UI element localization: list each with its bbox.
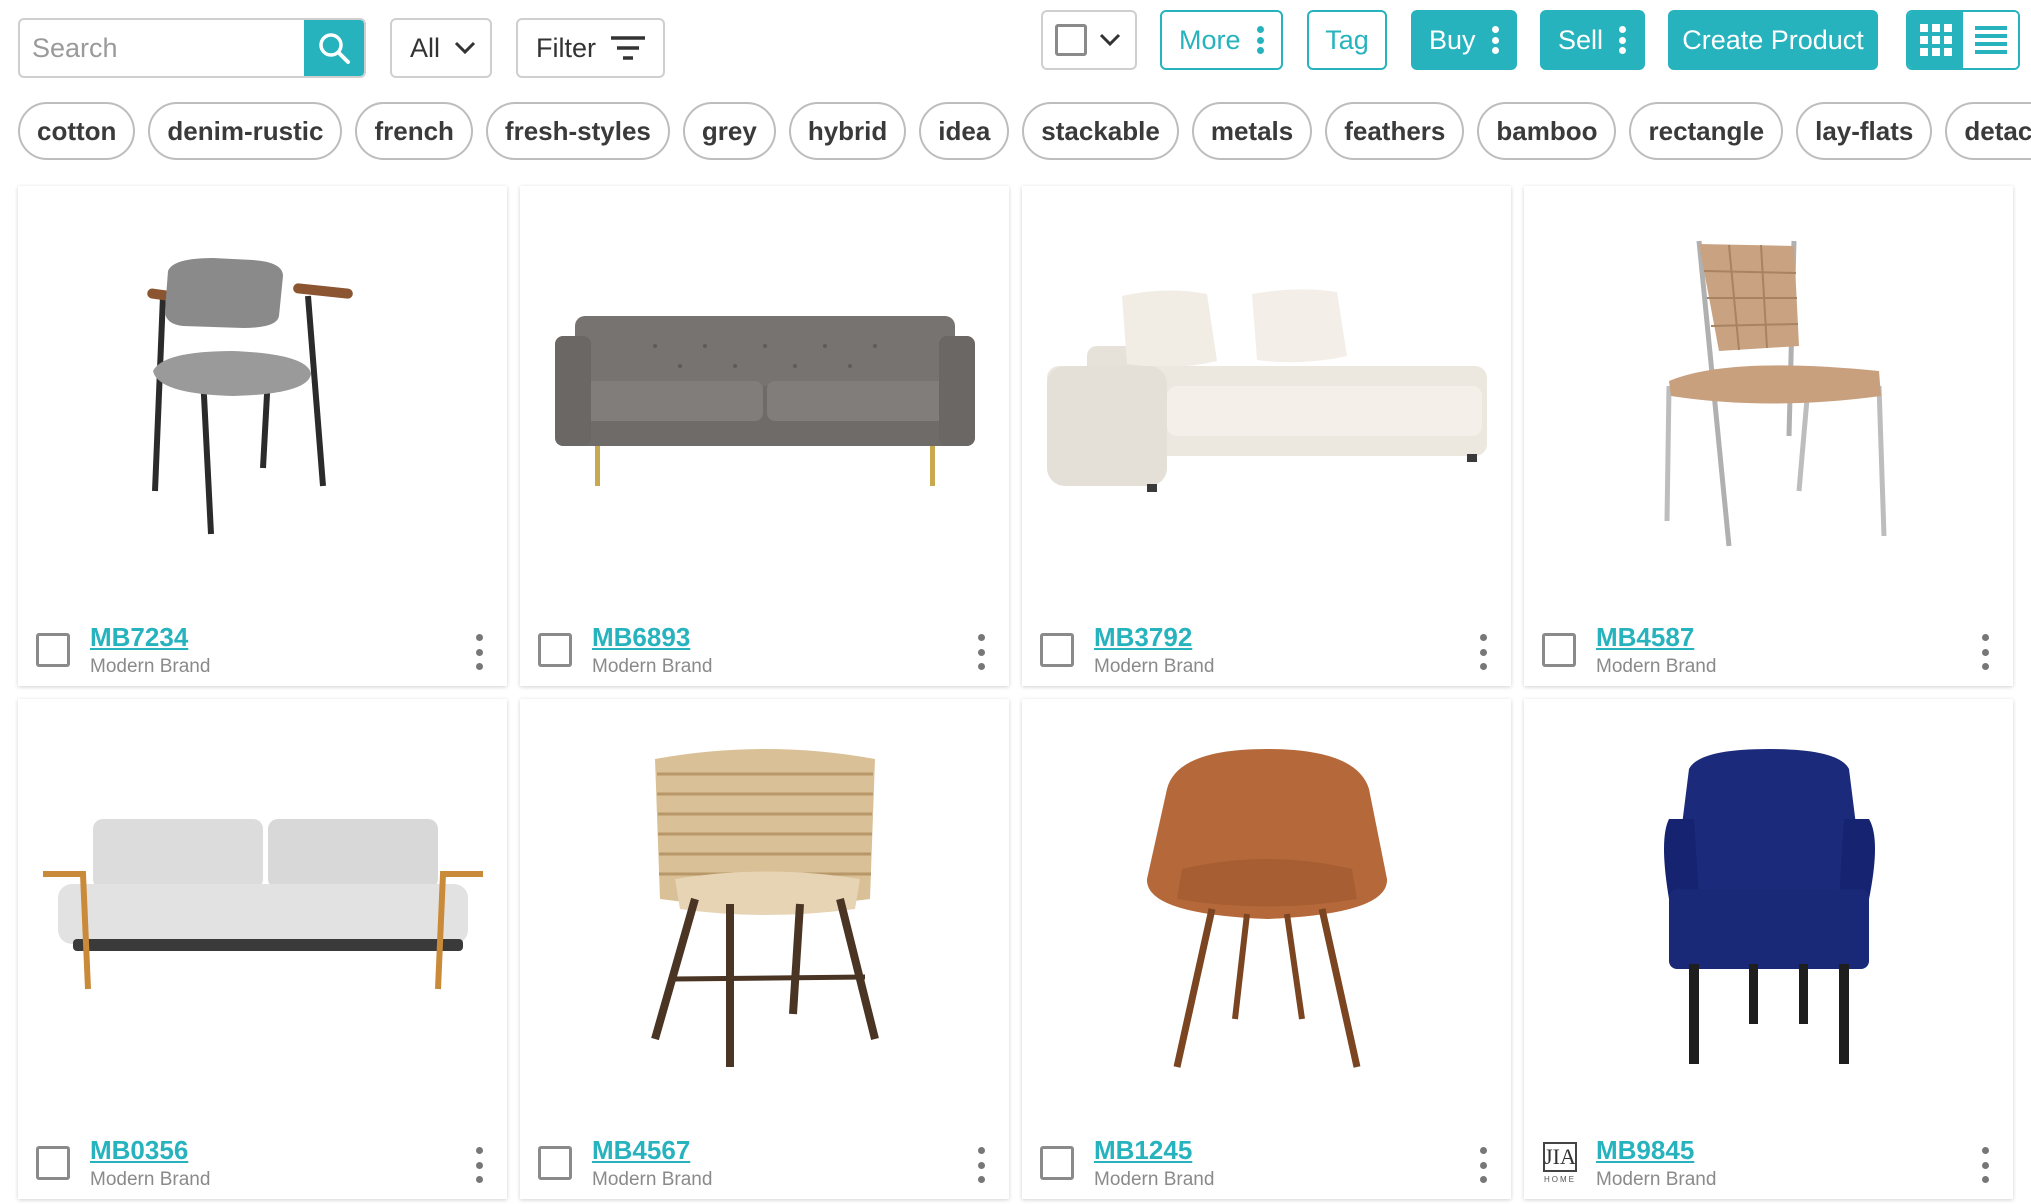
product-sku-link[interactable]: MB4567 [592,1135,690,1166]
product-card[interactable]: MB1245 Modern Brand [1022,699,1511,1199]
product-brand: Modern Brand [1094,1169,1215,1190]
product-sku-link[interactable]: MB4587 [1596,622,1694,653]
sell-label: Sell [1558,24,1604,55]
tag-chip-cotton[interactable]: cotton [18,102,136,160]
chevron-down-icon [454,41,476,55]
product-sku-link[interactable]: MB7234 [90,622,188,653]
product-brand: Modern Brand [592,656,713,677]
product-image-grey-tufted-sofa[interactable] [520,186,1009,606]
create-product-label: Create Product [1682,24,1864,55]
brand-logo-sub: HOME [1544,1175,1576,1184]
product-grid: MB7234 Modern Brand MB6893 Modern Brand MB… [18,186,2018,1199]
scope-select-value: All [410,32,441,63]
list-view-button[interactable] [1963,12,2018,68]
product-brand: Modern Brand [1094,656,1215,677]
search-icon [319,33,350,64]
filter-label: Filter [536,32,596,63]
tag-chip-detached[interactable]: detached [1945,102,2031,160]
tag-chip-hybrid[interactable]: hybrid [788,102,907,160]
product-brand: Modern Brand [1596,656,1717,677]
product-card[interactable]: MB6893 Modern Brand [520,186,1009,686]
tag-chip-stackable[interactable]: stackable [1022,102,1179,160]
product-card[interactable]: MB4567 Modern Brand [520,699,1009,1199]
product-card[interactable]: MB7234 Modern Brand [18,186,507,686]
product-image-navy-velvet-wingback-chair[interactable] [1524,699,2013,1119]
product-image-light-grey-sofa-wood-frame[interactable] [18,699,507,1119]
card-menu-kebab-icon[interactable] [1475,1147,1491,1183]
create-product-button[interactable]: Create Product [1668,10,1878,70]
tag-chip-idea[interactable]: idea [919,102,1010,160]
buy-label: Buy [1429,24,1476,55]
product-select-checkbox[interactable] [538,1146,572,1180]
card-menu-kebab-icon[interactable] [1977,634,1993,670]
card-menu-kebab-icon[interactable] [973,1147,989,1183]
card-menu-kebab-icon[interactable] [1475,634,1491,670]
card-menu-kebab-icon[interactable] [471,634,487,670]
product-sku-link[interactable]: MB6893 [592,622,690,653]
product-select-checkbox[interactable] [1040,633,1074,667]
kebab-icon [1491,26,1499,54]
more-button[interactable]: More [1160,10,1283,70]
product-card[interactable]: JIA HOME MB9845 Modern Brand [1524,699,2013,1199]
product-image-woven-leather-dining-chair[interactable] [1524,186,2013,606]
brand-logo: JIA HOME [1542,1142,1578,1188]
product-card[interactable]: MB3792 Modern Brand [1022,186,1511,686]
product-card[interactable]: MB0356 Modern Brand [18,699,507,1199]
product-select-checkbox[interactable] [538,633,572,667]
product-select-checkbox[interactable] [36,633,70,667]
product-brand: Modern Brand [90,656,211,677]
grid-view-button[interactable] [1908,12,1963,68]
list-icon [1974,26,2007,54]
card-menu-kebab-icon[interactable] [973,634,989,670]
product-image-cream-chaise-sofa[interactable] [1022,186,1511,606]
product-card[interactable]: MB4587 Modern Brand [1524,186,2013,686]
brand-logo-mark: JIA [1543,1142,1577,1172]
more-label: More [1179,24,1241,55]
product-sku-link[interactable]: MB0356 [90,1135,188,1166]
select-all-checkbox[interactable] [1055,24,1087,56]
product-select-checkbox[interactable] [36,1146,70,1180]
scope-select[interactable]: All [390,18,492,78]
search-input[interactable] [20,20,306,76]
product-brand: Modern Brand [1596,1169,1717,1190]
buy-button[interactable]: Buy [1411,10,1517,70]
sell-button[interactable]: Sell [1540,10,1645,70]
product-select-checkbox[interactable] [1040,1146,1074,1180]
product-sku-link[interactable]: MB3792 [1094,622,1192,653]
tag-chip-french[interactable]: french [355,102,473,160]
tag-filter-bar: cotton denim-rustic french fresh-styles grey… [18,102,2031,162]
filter-button[interactable]: Filter [516,18,665,78]
kebab-icon [1619,26,1627,54]
chevron-down-icon [1099,33,1121,47]
product-sku-link[interactable]: MB1245 [1094,1135,1192,1166]
search-box [18,18,366,78]
tag-chip-lay-flats[interactable]: lay-flats [1796,102,1933,160]
tag-chip-fresh-styles[interactable]: fresh-styles [485,102,670,160]
select-all-dropdown[interactable] [1041,10,1137,70]
product-image-rattan-barrel-chair[interactable] [520,699,1009,1119]
product-select-checkbox[interactable] [1542,633,1576,667]
grid-icon [1919,24,1952,56]
tag-label: Tag [1325,24,1369,55]
tag-button[interactable]: Tag [1307,10,1387,70]
tag-chip-metals[interactable]: metals [1191,102,1313,160]
product-image-tan-leather-shell-chair[interactable] [1022,699,1511,1119]
card-menu-kebab-icon[interactable] [1977,1147,1993,1183]
product-image-grey-armchair-metal-frame[interactable] [18,186,507,606]
kebab-icon [1256,26,1264,54]
product-sku-link[interactable]: MB9845 [1596,1135,1694,1166]
tag-chip-rectangle[interactable]: rectangle [1629,102,1784,160]
card-menu-kebab-icon[interactable] [471,1147,487,1183]
tag-chip-feathers[interactable]: feathers [1325,102,1465,160]
tag-chip-grey[interactable]: grey [682,102,776,160]
search-button[interactable] [304,20,364,76]
product-brand: Modern Brand [592,1169,713,1190]
tag-chip-denim-rustic[interactable]: denim-rustic [148,102,343,160]
view-toggle [1906,10,2020,70]
toolbar: All Filter More Tag Buy Sell Create Prod… [0,0,2031,95]
product-brand: Modern Brand [90,1169,211,1190]
filter-icon [611,36,645,60]
tag-chip-bamboo[interactable]: bamboo [1477,102,1617,160]
